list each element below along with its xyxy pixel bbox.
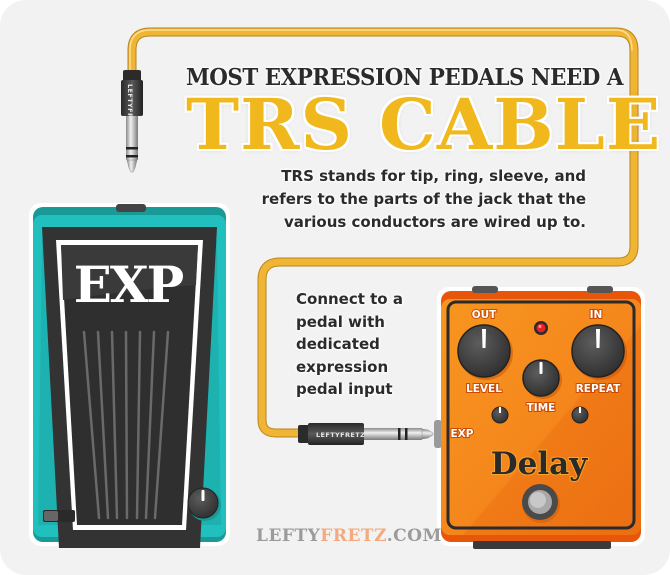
connect-line: pedal with bbox=[296, 312, 385, 331]
site-part-tld: .COM bbox=[386, 526, 442, 546]
exp-input-jack[interactable] bbox=[434, 420, 442, 448]
horizontal-trs-plug: LEFTYFRETZ bbox=[298, 423, 434, 445]
in-jack[interactable] bbox=[587, 286, 613, 293]
site-part-lefty: LEFTY bbox=[256, 526, 321, 546]
connect-line: expression bbox=[296, 357, 389, 376]
expression-pedal[interactable]: EXP bbox=[29, 203, 230, 548]
repeat-label: REPEAT bbox=[576, 383, 621, 395]
exp-pedal-label: EXP bbox=[74, 255, 184, 314]
connect-line: dedicated bbox=[296, 335, 380, 353]
out-jack[interactable] bbox=[472, 286, 498, 293]
connect-line: Connect to a bbox=[296, 290, 403, 308]
site-part-fretz: FRETZ bbox=[320, 526, 387, 546]
delay-pedal[interactable]: OUT IN LEVEL REPEAT TIME EXP Delay bbox=[434, 286, 645, 549]
led-indicator bbox=[534, 321, 548, 335]
trim-knob-right[interactable] bbox=[571, 406, 589, 424]
out-label: OUT bbox=[472, 309, 497, 321]
toggle-switch[interactable] bbox=[43, 510, 75, 522]
description-line: TRS stands for tip, ring, sleeve, and bbox=[281, 167, 586, 185]
infographic: LEFTYFRETZ EXP LEFTYFRETZ OUT IN LEVEL R… bbox=[0, 0, 670, 575]
description-line: various conductors are wired up to. bbox=[283, 213, 586, 231]
trim-knob-left[interactable] bbox=[491, 406, 509, 424]
headline-title: TRS CABLE bbox=[186, 83, 662, 166]
description-line: refers to the parts of the jack that the bbox=[261, 190, 586, 208]
time-label: TIME bbox=[527, 402, 556, 414]
trs-description: TRS stands for tip, ring, sleeve, and re… bbox=[246, 165, 586, 234]
level-label: LEVEL bbox=[466, 383, 502, 395]
vertical-trs-plug: LEFTYFRETZ bbox=[121, 70, 143, 173]
plug-brand-horizontal: LEFTYFRETZ bbox=[316, 431, 365, 439]
connect-line: pedal input bbox=[296, 380, 393, 398]
exp-jack-label: EXP bbox=[451, 428, 474, 440]
pedal-name: Delay bbox=[491, 446, 588, 482]
connect-note: Connect to a pedal with dedicated expres… bbox=[296, 288, 426, 401]
site-link[interactable]: LEFTYFRETZ.COM bbox=[256, 526, 442, 546]
in-label: IN bbox=[590, 309, 603, 321]
